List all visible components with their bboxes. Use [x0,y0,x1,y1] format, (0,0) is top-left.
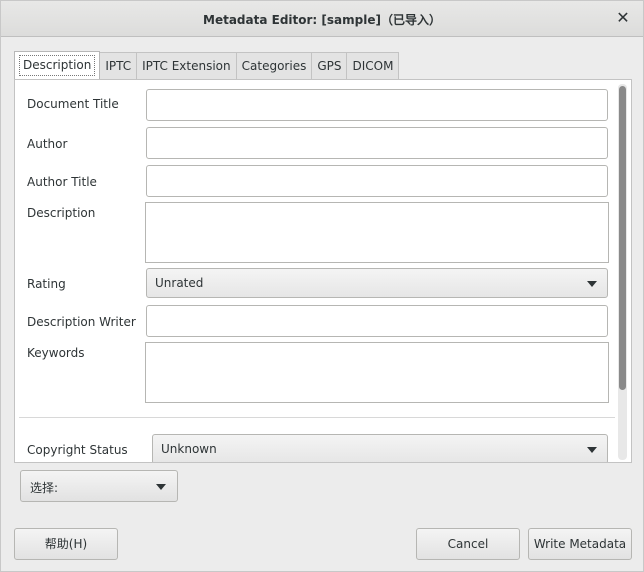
description-textarea[interactable] [145,202,609,263]
metadata-editor-window: Metadata Editor: [sample]（已导入） ✕ Descrip… [0,0,644,572]
select-label: 选择: [30,481,59,495]
vertical-scrollbar[interactable] [618,84,627,460]
tab-iptc[interactable]: IPTC [99,52,138,79]
copyright-status-label: Copyright Status [27,443,128,457]
chevron-down-icon [587,281,597,287]
tab-iptc-extension[interactable]: IPTC Extension [136,52,237,79]
document-title-field[interactable] [146,89,608,121]
window-title: Metadata Editor: [sample]（已导入） [203,13,441,27]
help-button[interactable]: 帮助(H) [14,528,118,560]
chevron-down-icon [156,484,166,490]
rating-label: Rating [27,277,66,291]
separator [19,417,615,418]
author-title-field[interactable] [146,165,608,197]
author-field[interactable] [146,127,608,159]
author-title-label: Author Title [27,175,97,189]
description-writer-field[interactable] [146,305,608,337]
description-label: Description [27,206,96,220]
close-icon[interactable]: ✕ [613,8,633,28]
rating-value: Unrated [155,276,204,290]
description-panel: Document Title Author Author Title Descr… [14,79,632,463]
author-label: Author [27,137,68,151]
tab-bar: Description IPTC IPTC Extension Categori… [14,51,400,80]
keywords-label: Keywords [27,346,85,360]
scrollbar-thumb[interactable] [619,86,626,390]
chevron-down-icon [587,447,597,453]
tab-categories[interactable]: Categories [235,52,313,79]
cancel-button[interactable]: Cancel [416,528,520,560]
tab-description[interactable]: Description [14,51,101,80]
tab-gps[interactable]: GPS [311,52,348,79]
document-title-label: Document Title [27,97,119,111]
rating-dropdown[interactable]: Unrated [146,268,608,298]
write-metadata-button[interactable]: Write Metadata [528,528,632,560]
title-bar: Metadata Editor: [sample]（已导入） ✕ [1,1,643,37]
select-dropdown[interactable]: 选择: [20,470,178,502]
copyright-status-dropdown[interactable]: Unknown [152,434,608,462]
keywords-textarea[interactable] [145,342,609,403]
description-writer-label: Description Writer [27,315,136,329]
copyright-status-value: Unknown [161,442,217,456]
tab-dicom[interactable]: DICOM [346,52,400,79]
